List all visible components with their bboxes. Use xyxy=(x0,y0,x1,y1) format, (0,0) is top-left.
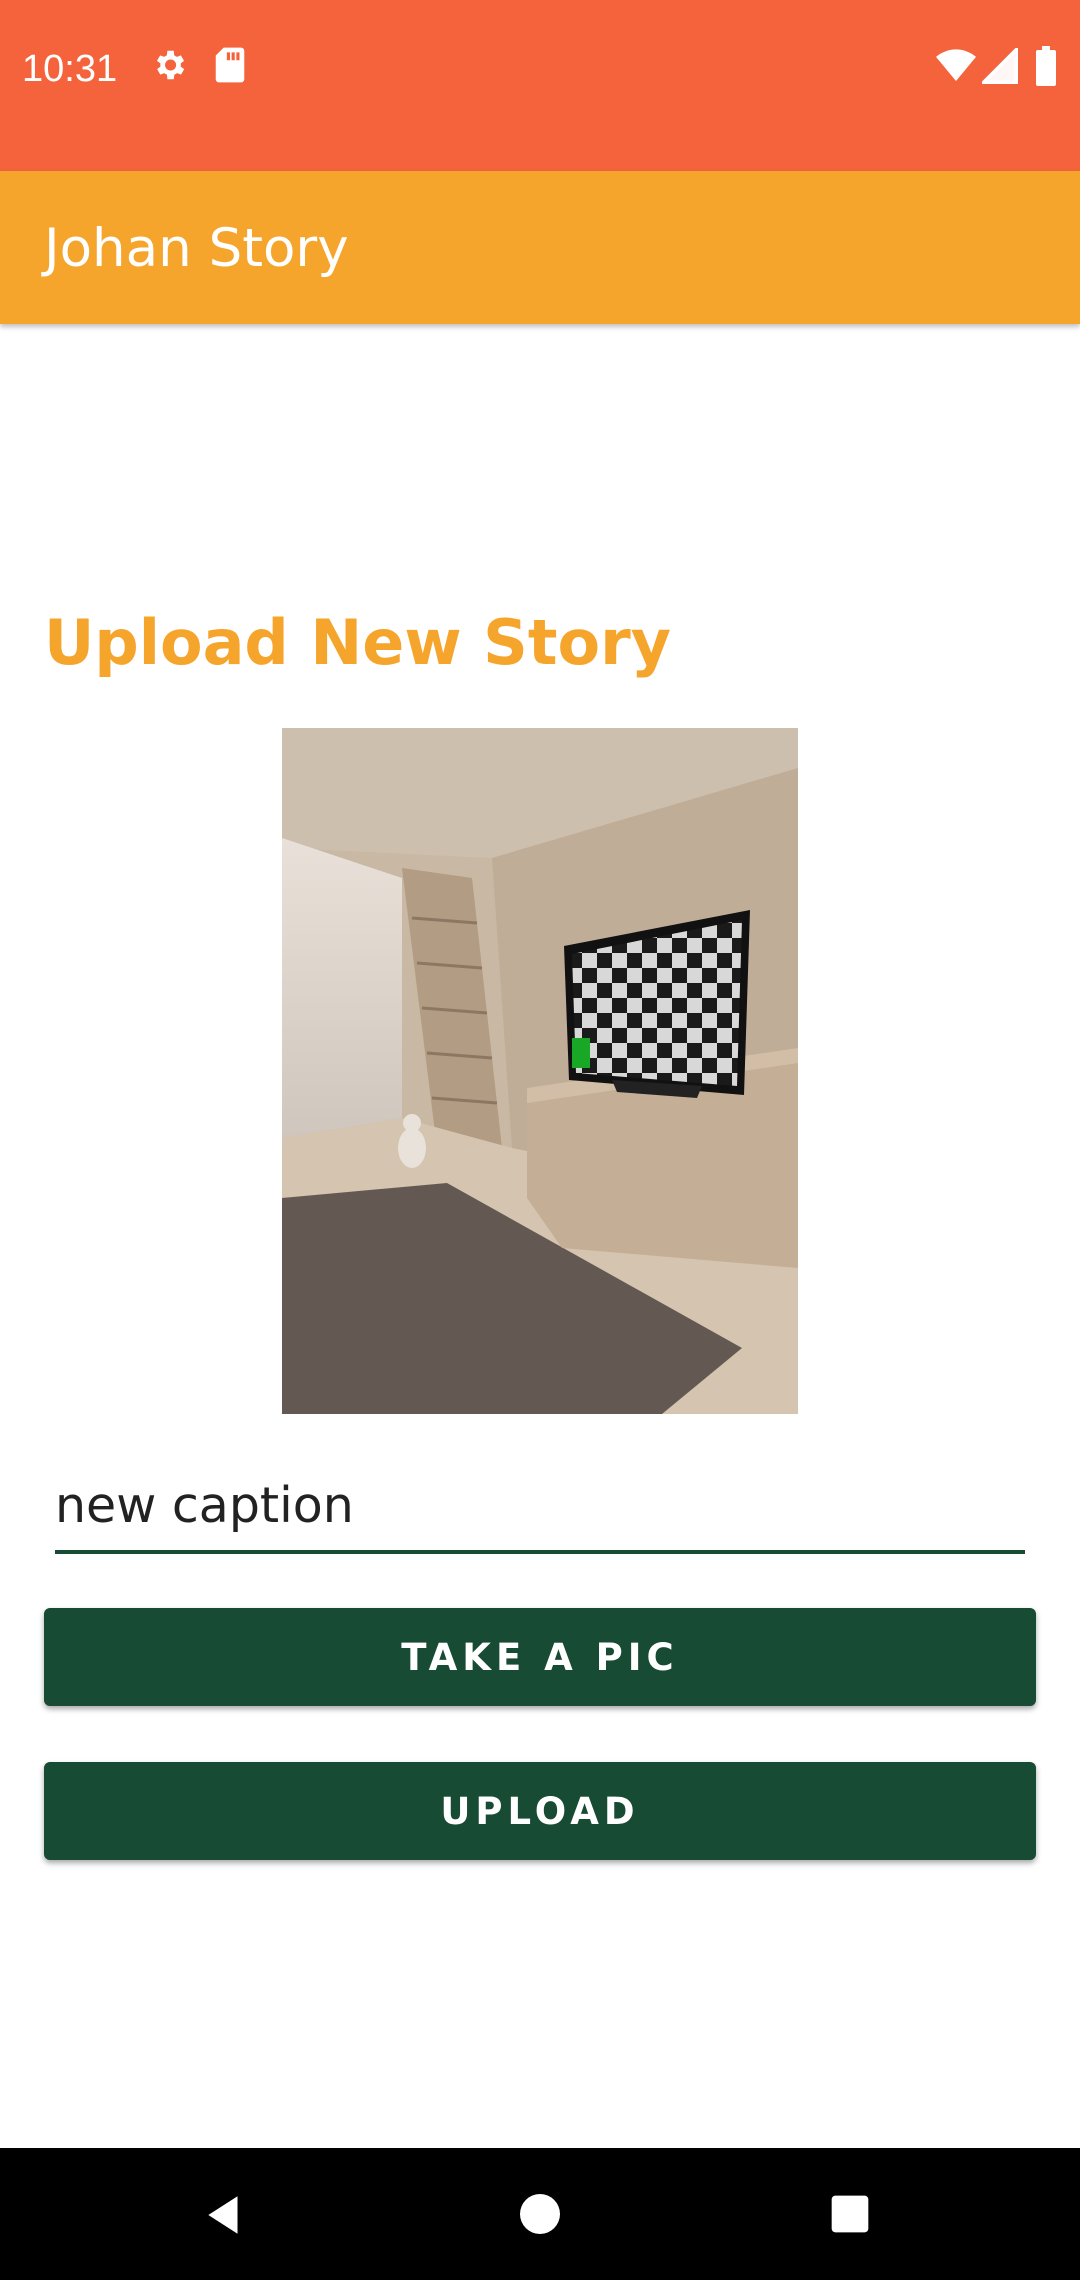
system-nav-bar xyxy=(0,2148,1080,2280)
back-icon[interactable] xyxy=(200,2190,250,2240)
status-bar: 10:31 xyxy=(0,0,1080,171)
recents-icon[interactable] xyxy=(828,2192,872,2236)
sd-card-icon xyxy=(215,47,245,83)
take-pic-button[interactable]: TAKE A PIC xyxy=(44,1608,1036,1706)
story-preview-image xyxy=(282,728,798,1414)
app-bar: Johan Story xyxy=(0,171,1080,324)
home-icon[interactable] xyxy=(516,2190,564,2238)
status-time: 10:31 xyxy=(22,48,118,90)
battery-icon xyxy=(1036,46,1056,86)
caption-input[interactable] xyxy=(55,1460,1025,1554)
cell-signal-icon xyxy=(982,48,1018,84)
wifi-icon xyxy=(936,49,976,81)
app-title: Johan Story xyxy=(44,218,349,279)
page-heading: Upload New Story xyxy=(44,606,672,679)
living-room-photo xyxy=(282,728,798,1414)
upload-button[interactable]: UPLOAD xyxy=(44,1762,1036,1860)
gear-icon xyxy=(156,50,185,80)
